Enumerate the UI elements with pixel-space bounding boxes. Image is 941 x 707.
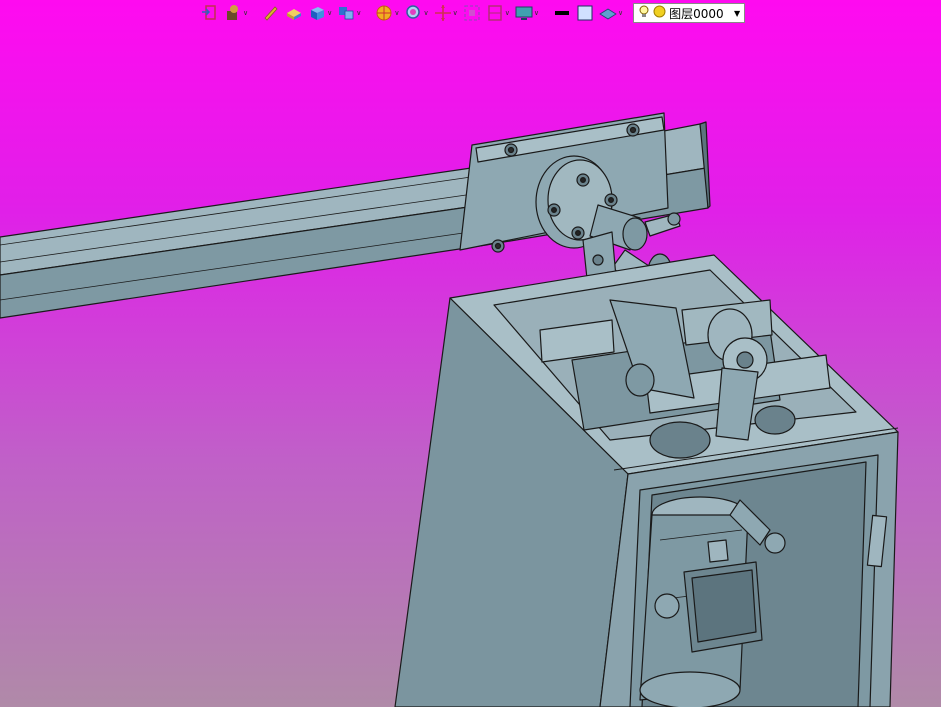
dropdown-arrow-icon[interactable]: ▼	[734, 9, 740, 18]
exit-door-icon	[201, 4, 219, 22]
lightbulb-icon[interactable]	[638, 5, 650, 22]
chevron-down-icon[interactable]: ∨	[453, 9, 458, 17]
cube-button[interactable]: ∨	[307, 3, 333, 23]
layer-name: 图层0000	[669, 6, 724, 21]
3d-viewport[interactable]	[0, 0, 941, 707]
sun-icon[interactable]	[653, 5, 666, 21]
chevron-down-icon[interactable]: ∨	[424, 9, 429, 17]
chevron-down-icon[interactable]: ∨	[534, 9, 539, 17]
fill-color-icon	[576, 4, 594, 22]
section-disc-button[interactable]: ∨	[374, 3, 400, 23]
cube-icon	[308, 4, 326, 22]
main-toolbar: ∨ ∨ ∨ ∨ ∨ ∨ ∨ ∨ ∨ 图层0000 ▼	[200, 2, 746, 24]
view-cubes-icon	[337, 4, 355, 22]
exit-door-button[interactable]	[200, 3, 220, 23]
zoom-button[interactable]: ∨	[404, 3, 430, 23]
view-cubes-button[interactable]: ∨	[336, 3, 362, 23]
pen-icon	[262, 4, 280, 22]
zoom-icon	[405, 4, 423, 22]
pen-button[interactable]	[261, 3, 281, 23]
display-monitor-icon	[515, 4, 533, 22]
fit-view-button[interactable]	[462, 3, 482, 23]
line-color-icon	[553, 4, 571, 22]
chevron-down-icon[interactable]: ∨	[618, 9, 623, 17]
surface-layer-button[interactable]: ∨	[598, 3, 624, 23]
frame-icon	[486, 4, 504, 22]
line-color-button[interactable]	[552, 3, 572, 23]
chevron-down-icon[interactable]: ∨	[327, 9, 332, 17]
box-button[interactable]	[284, 3, 304, 23]
surface-layer-icon	[599, 4, 617, 22]
chevron-down-icon[interactable]: ∨	[394, 9, 399, 17]
layer-dropdown[interactable]: 图层0000 ▼	[633, 3, 746, 23]
chevron-down-icon[interactable]: ∨	[356, 9, 361, 17]
pan-cross-icon	[434, 4, 452, 22]
fit-view-icon	[463, 4, 481, 22]
coloring-tool-button[interactable]: ∨	[223, 3, 249, 23]
coloring-tool-icon	[224, 4, 242, 22]
chevron-down-icon[interactable]: ∨	[243, 9, 248, 17]
section-disc-icon	[375, 4, 393, 22]
frame-button[interactable]: ∨	[485, 3, 511, 23]
chevron-down-icon[interactable]: ∨	[505, 9, 510, 17]
box-icon	[285, 4, 303, 22]
pan-cross-button[interactable]: ∨	[433, 3, 459, 23]
fill-color-button[interactable]	[575, 3, 595, 23]
display-monitor-button[interactable]: ∨	[514, 3, 540, 23]
cad-model[interactable]	[0, 0, 941, 707]
